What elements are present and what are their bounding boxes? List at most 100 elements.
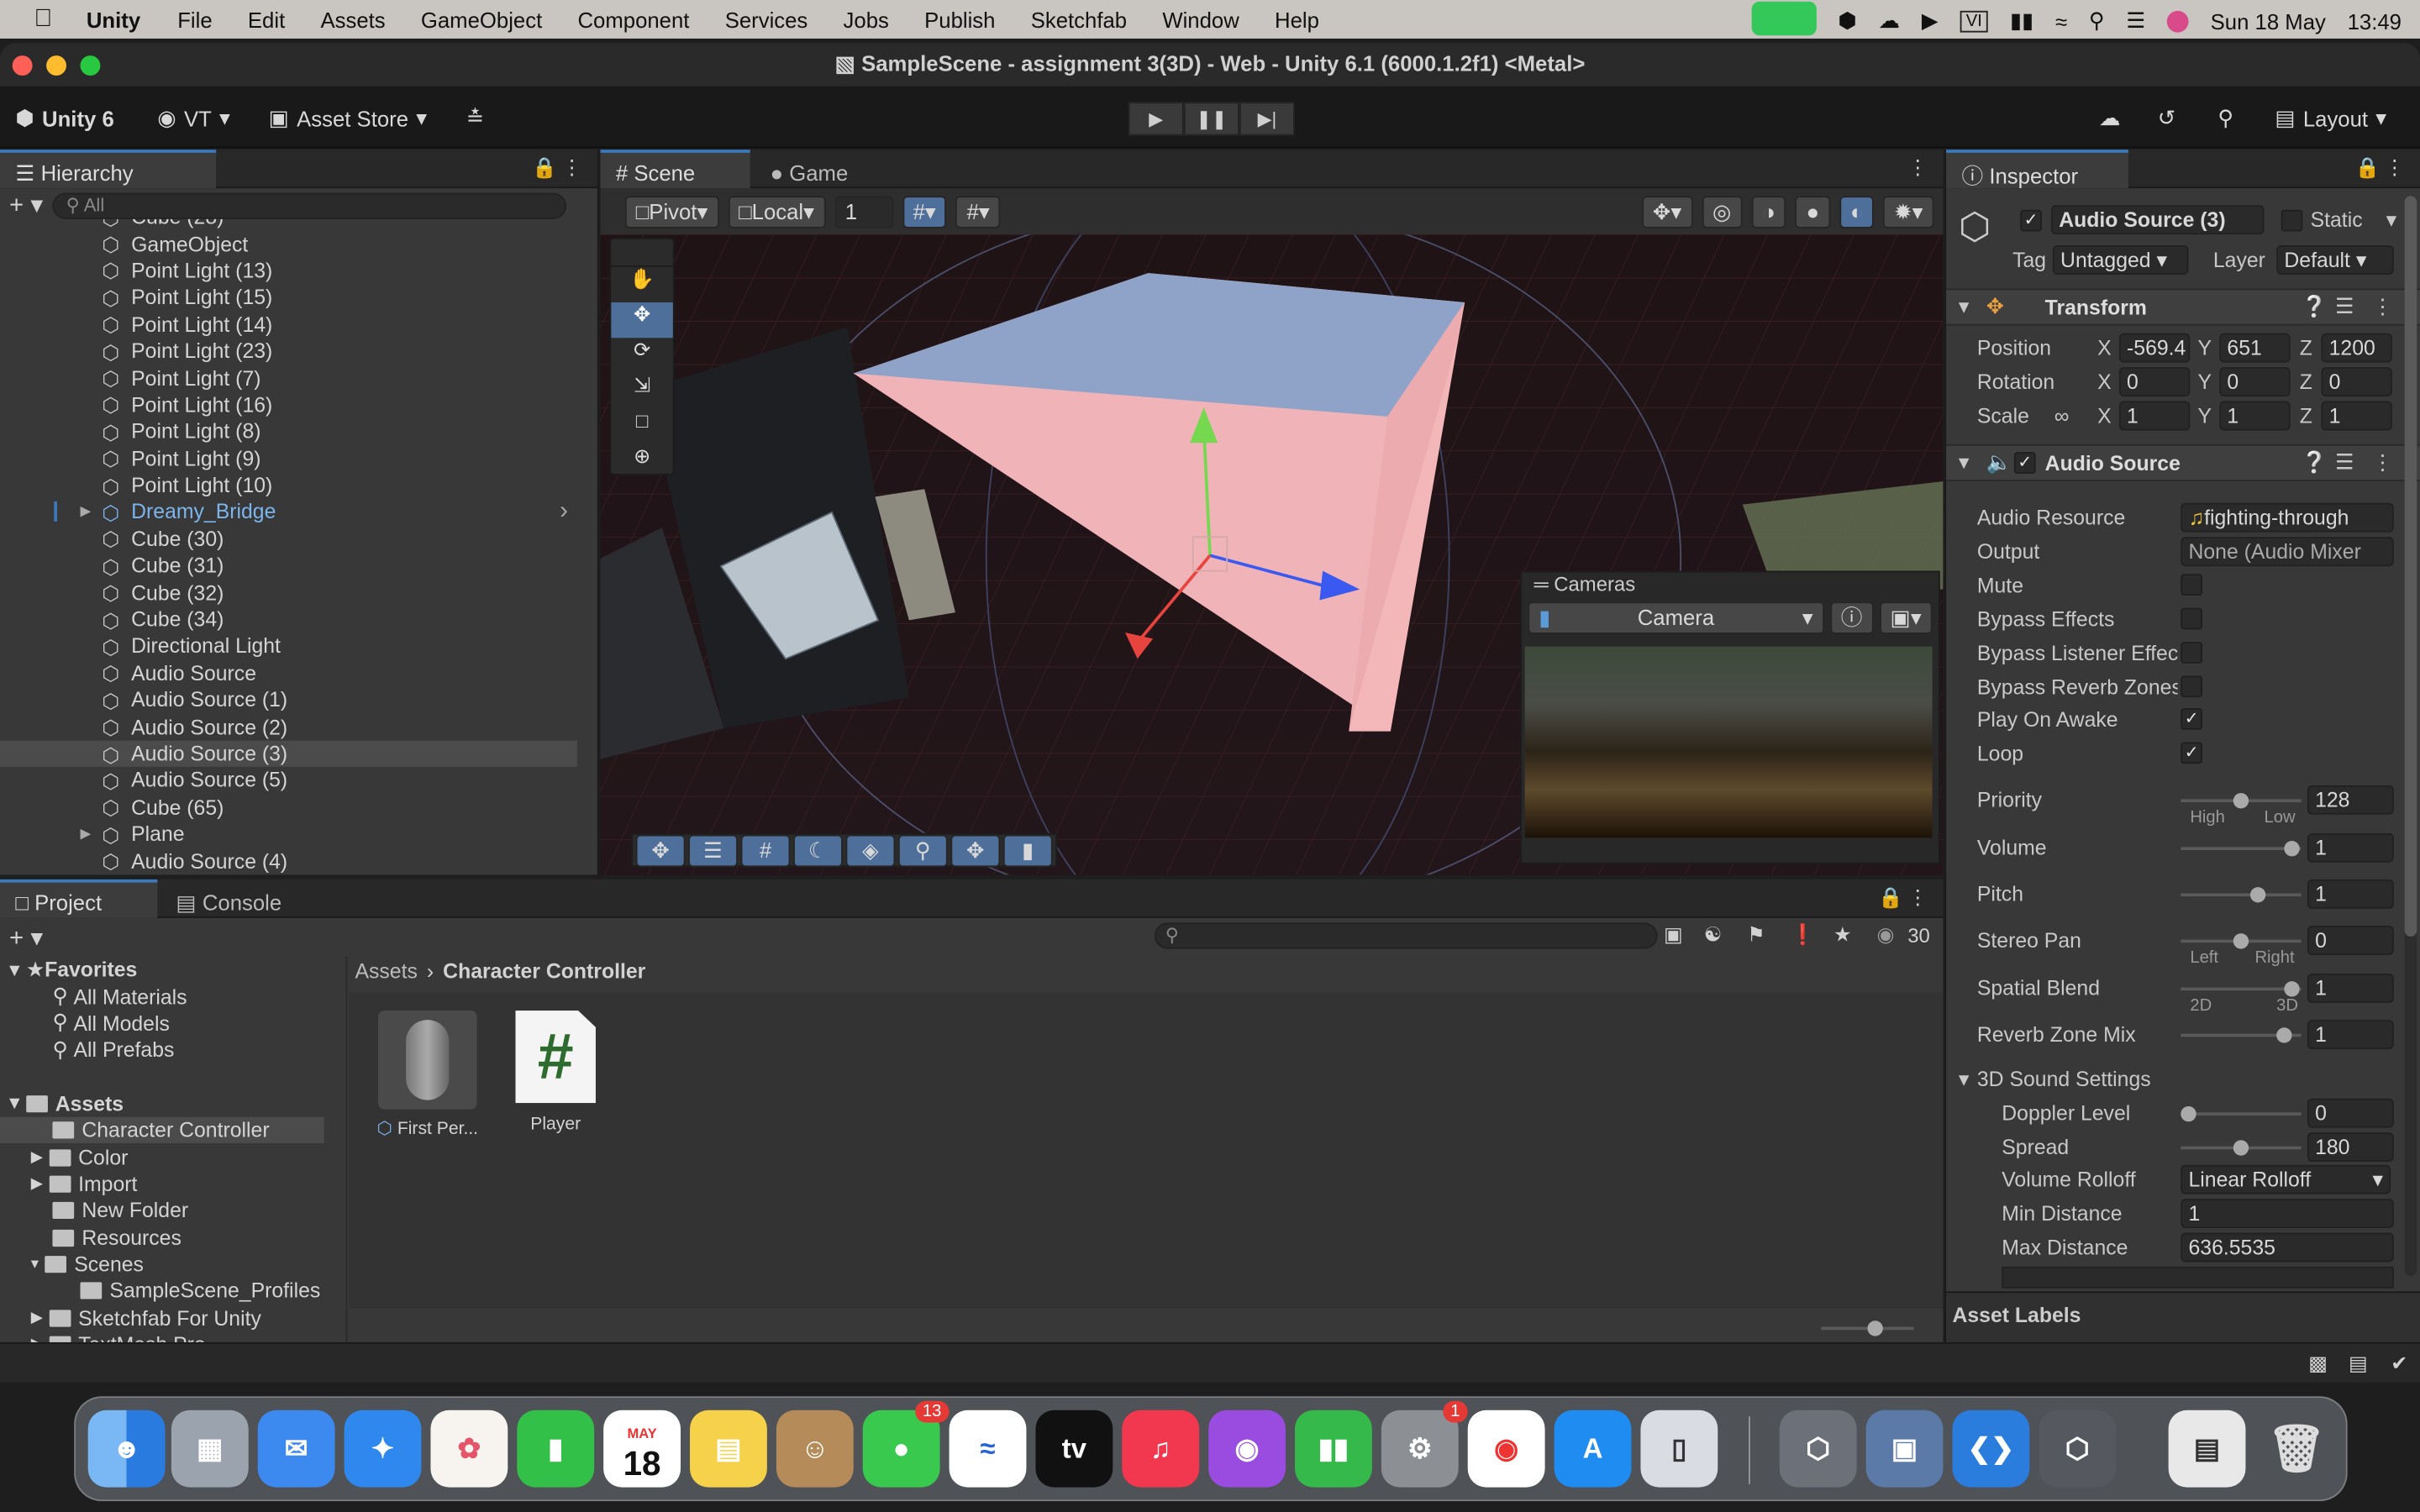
bottom-move-button[interactable]: ✥ <box>635 833 686 867</box>
overlay-drag-handle[interactable] <box>611 239 673 267</box>
app-menu[interactable]: Unity <box>87 7 140 31</box>
audio-source-component-header[interactable]: ▾ 🔈 ✓ Audio Source ❔ ☰ ⋮ <box>1946 444 2420 482</box>
inspector-scrollbar[interactable] <box>2404 196 2417 1276</box>
help-icon[interactable]: ❔ <box>2302 295 2328 319</box>
menu-file[interactable]: File <box>177 7 212 31</box>
dock-trash[interactable]: 🗑 <box>2258 1410 2335 1488</box>
lock-icon[interactable]: 🔒 <box>1878 885 1903 910</box>
hierarchy-item[interactable]: ⬡ Point Light (23) <box>0 338 577 365</box>
hierarchy-item[interactable]: ⬡ Point Light (8) <box>0 418 577 445</box>
fav-all-prefabs[interactable]: ⚲ All Prefabs <box>0 1037 345 1064</box>
scale-z-input[interactable]: 1 <box>2321 401 2392 431</box>
search-button[interactable]: ⚲ <box>2217 105 2233 131</box>
lock-icon[interactable]: 🔒 <box>2355 156 2381 181</box>
breadcrumb-current[interactable]: Character Controller <box>443 959 645 983</box>
scale-tool-button[interactable]: ⇲ <box>611 373 672 408</box>
star-icon[interactable]: ★ <box>1833 922 1851 947</box>
drag-handle-icon[interactable]: ═ <box>1534 572 1555 596</box>
dock-vscode[interactable]: ❮❯ <box>1952 1410 2030 1488</box>
hierarchy-item[interactable]: ⬡ Cube (32) <box>0 580 577 606</box>
asset-store-dropdown[interactable]: ▣ Asset Store ▾ <box>269 105 428 131</box>
dock-system-settings[interactable]: ⚙ 1 <box>1381 1400 1468 1488</box>
hand-tool-button[interactable]: ✋ <box>611 267 672 302</box>
folder-new-folder[interactable]: New Folder <box>0 1198 345 1225</box>
dock-launchpad[interactable]: ▦ <box>171 1410 249 1488</box>
presets-icon[interactable]: ☰ <box>2335 295 2354 319</box>
transform-component-header[interactable]: ▾ ✥ Transform ❔ ☰ ⋮ <box>1946 288 2420 326</box>
camera-frame-button[interactable]: ▣ ▾ <box>1879 601 1933 633</box>
tab-project[interactable]: □ Project <box>0 879 158 918</box>
cloud-status-icon[interactable]: ☁ <box>1879 8 1901 34</box>
more-options-icon[interactable]: ⋮ <box>2372 450 2393 475</box>
dock-messages[interactable]: ● 13 <box>862 1400 950 1488</box>
effects-dropdown[interactable]: ✹ ▾ <box>1883 195 1934 228</box>
increment-snap-toggle[interactable]: # ▾ <box>955 195 1001 228</box>
foldout-arrow-icon[interactable]: ▶ <box>81 826 92 843</box>
scene-viewport[interactable]: ✋ ✥ ⟳ ⇲ □ ⊕ ═ Cameras ▮ Camera ▾ ⓘ ▣ ▾ ✥ ☰… <box>600 234 1944 875</box>
static-dropdown[interactable]: ▾ <box>2386 208 2396 233</box>
bottom-layers-button[interactable]: ◈ <box>845 833 896 867</box>
folder-resources[interactable]: Resources <box>0 1224 345 1251</box>
tab-hierarchy[interactable]: ☰ Hierarchy <box>0 150 217 189</box>
hierarchy-item[interactable]: ⬡ GameObject <box>0 230 577 257</box>
slider-knob[interactable] <box>2284 981 2300 997</box>
doppler-input[interactable]: 0 <box>2307 1098 2394 1128</box>
hierarchy-item[interactable]: ▶ ⬡ Plane <box>0 821 577 848</box>
bottom-camera-button[interactable]: ▮ <box>1002 833 1053 867</box>
wifi-icon[interactable]: ≈ <box>2055 8 2067 33</box>
tab-console[interactable]: ▤ Console <box>160 879 315 918</box>
layout-dropdown[interactable]: ▤ Layout ▾ <box>2275 105 2386 131</box>
asset-labels-title[interactable]: Asset Labels <box>1952 1304 2081 1327</box>
slider-knob[interactable] <box>2181 1105 2196 1122</box>
foldout-arrow-icon[interactable]: ▶ <box>81 504 92 521</box>
transform-tool-button[interactable]: ⊕ <box>611 444 672 480</box>
search-by-type-icon[interactable]: ▣ <box>1664 922 1683 947</box>
hierarchy-item[interactable]: ⬡ Cube (65) <box>0 794 577 821</box>
bottom-lighting-button[interactable]: ☾ <box>793 833 843 867</box>
account-dropdown[interactable]: ◉ VT ▾ <box>157 105 230 131</box>
scale-y-input[interactable]: 1 <box>2219 401 2291 431</box>
bottom-grid-button[interactable]: # <box>740 833 791 867</box>
hierarchy-item[interactable]: ⬡ Cube (30) <box>0 526 577 553</box>
gizmo-tools-dropdown[interactable]: ✥ ▾ <box>1641 195 1693 228</box>
dock-notes[interactable]: ▤ <box>690 1410 767 1488</box>
fav-all-materials[interactable]: ⚲ All Materials <box>0 984 345 1011</box>
favorites-label[interactable]: Favorites <box>45 958 137 982</box>
pitch-slider[interactable] <box>2181 887 2302 903</box>
layer-dropdown[interactable]: Default ▾ <box>2276 245 2394 275</box>
scale-link-icon[interactable]: ∞ <box>2054 404 2070 428</box>
dock-downloads-stack[interactable]: ▤ <box>2168 1410 2246 1488</box>
hierarchy-item[interactable]: ▶ › ⬡ Dreamy_Bridge <box>0 498 577 526</box>
asset-player-script[interactable]: # Player <box>509 1011 602 1134</box>
draw-mode-shaded[interactable]: ● <box>1795 195 1830 228</box>
pos-x-input[interactable]: -569.4 <box>2118 333 2191 363</box>
priority-input[interactable]: 128 <box>2307 785 2394 815</box>
hierarchy-item[interactable]: ⬡ Point Light (7) <box>0 365 577 391</box>
volume-slider[interactable] <box>2181 841 2302 857</box>
dock-photos[interactable]: ✿ <box>430 1410 508 1488</box>
vi-status-icon[interactable]: VI <box>1960 9 1989 32</box>
cloud-button[interactable]: ☁ <box>2099 105 2121 131</box>
battery-icon[interactable]: ▮▮ <box>2010 8 2033 34</box>
menu-help[interactable]: Help <box>1275 7 1319 31</box>
bypass-reverb-checkbox[interactable] <box>2181 675 2203 698</box>
dock-mail[interactable]: ✉ <box>257 1410 335 1488</box>
more-options-icon[interactable]: ⋮ <box>1907 885 1928 910</box>
menu-edit[interactable]: Edit <box>248 7 285 31</box>
max-distance-input[interactable]: 636.5535 <box>2181 1232 2394 1263</box>
reverb-zone-mix-input[interactable]: 1 <box>2307 1020 2394 1049</box>
menu-window[interactable]: Window <box>1162 7 1239 31</box>
more-options-icon[interactable]: ⋮ <box>562 156 582 181</box>
camera-select-dropdown[interactable]: ▮ Camera ▾ <box>1528 601 1824 633</box>
more-options-icon[interactable]: ⋮ <box>1907 156 1928 181</box>
rotate-tool-button[interactable]: ⟳ <box>611 338 672 373</box>
grid-size-input[interactable]: 1 <box>834 195 893 228</box>
apple-icon[interactable]:  <box>34 5 52 33</box>
dock-app-store[interactable]: A <box>1554 1410 1632 1488</box>
scale-x-input[interactable]: 1 <box>2118 401 2191 431</box>
cache-icon[interactable]: ▤ <box>2349 1352 2368 1376</box>
slider-knob[interactable] <box>2249 887 2266 903</box>
hierarchy-search-input[interactable]: ⚲ All <box>52 192 567 218</box>
slider-knob[interactable] <box>2276 1027 2292 1043</box>
dock-iphone-mirroring[interactable]: ▯ <box>1640 1410 1718 1488</box>
